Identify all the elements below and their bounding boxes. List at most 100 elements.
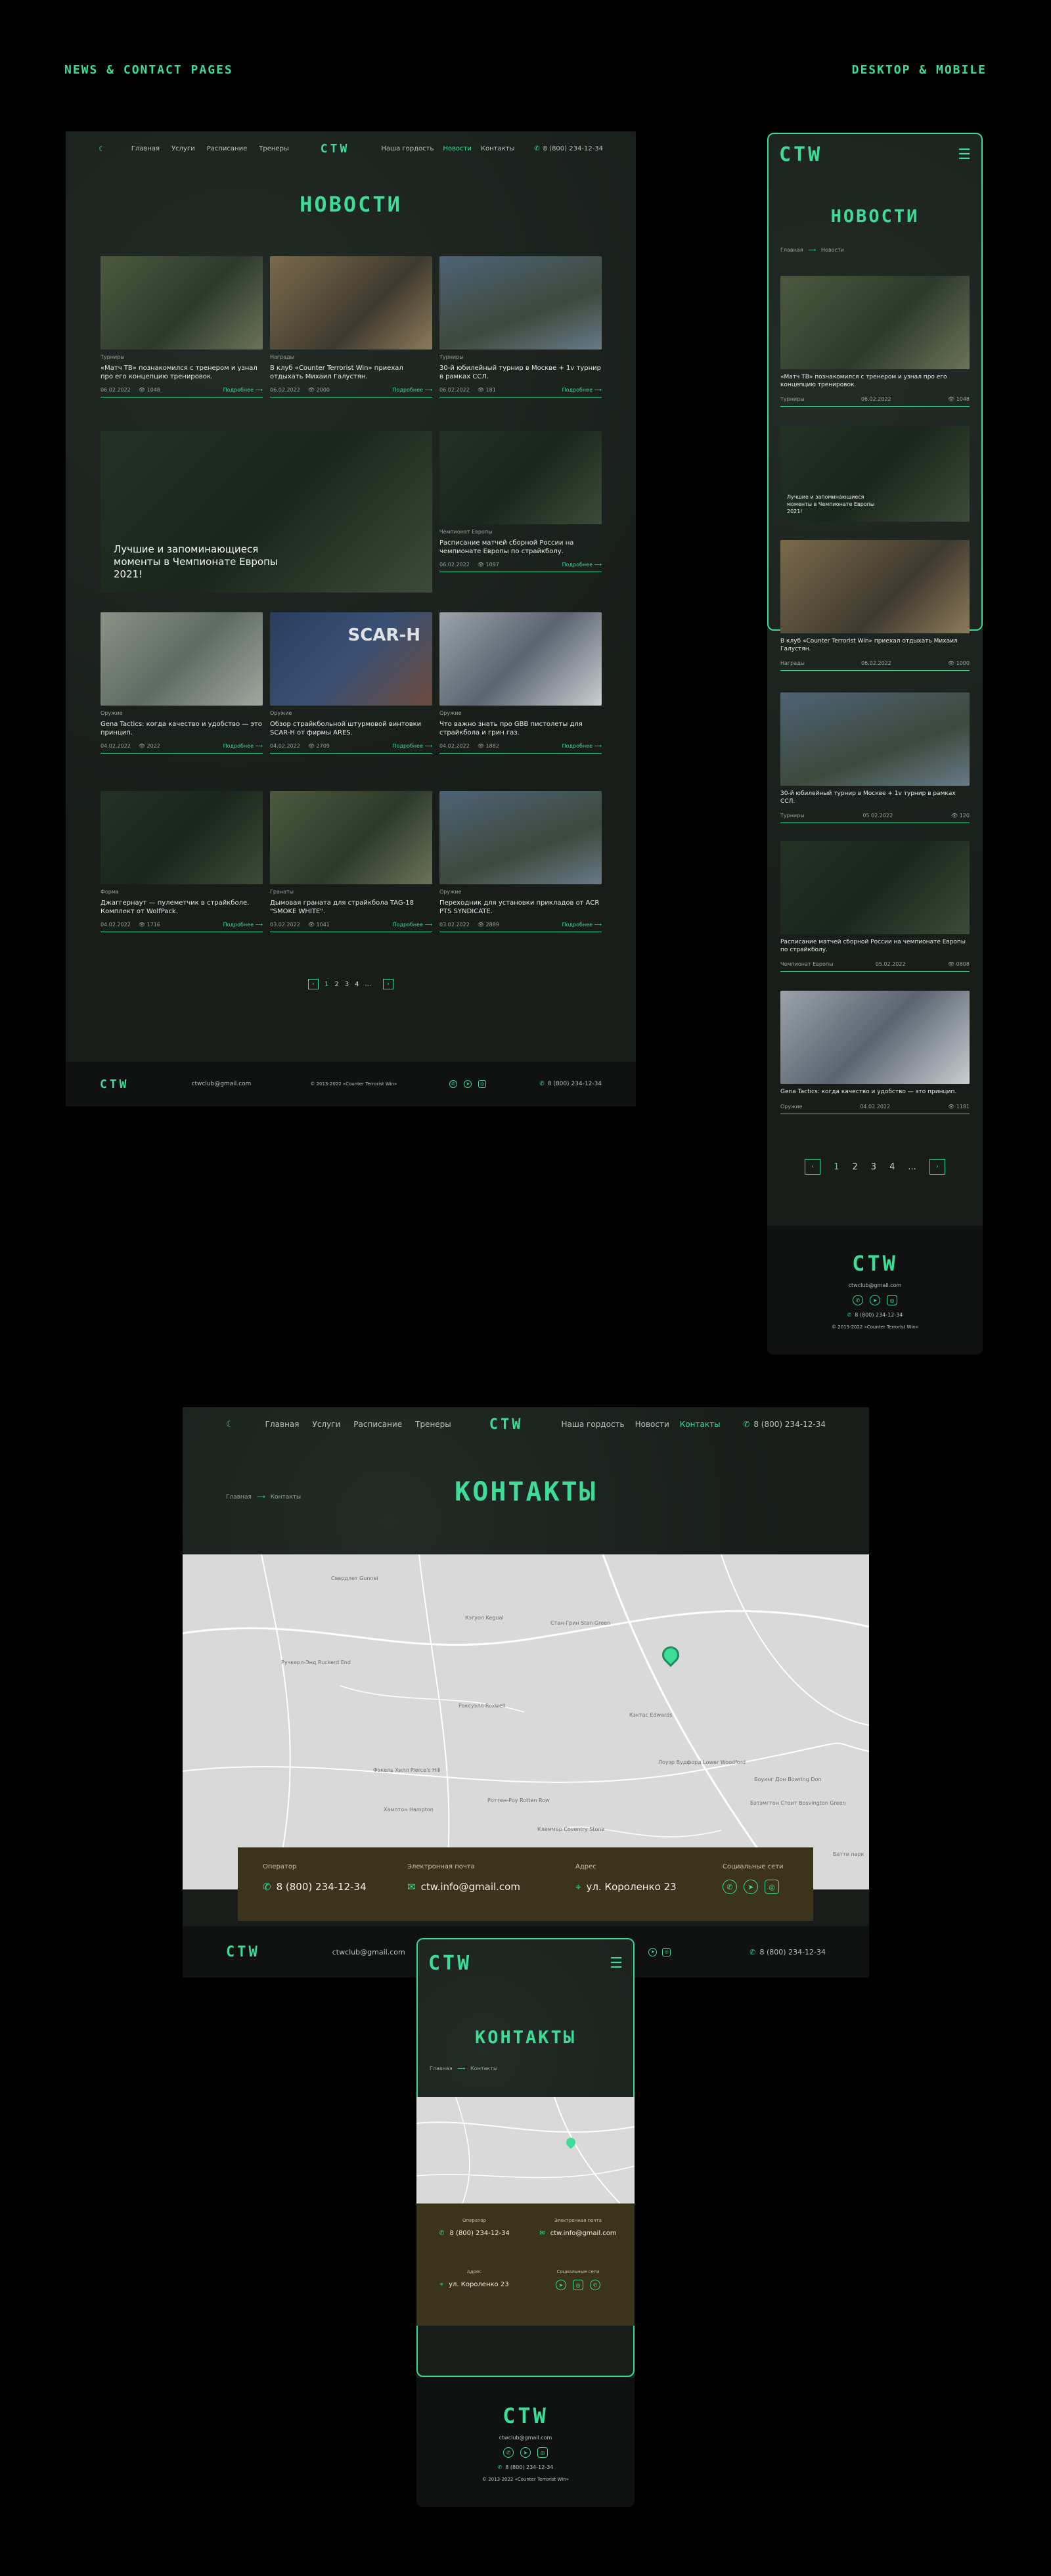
news-card[interactable]: Оружие Gena Tactics: когда качество и уд… [101, 612, 263, 754]
nav-link-schedule[interactable]: Расписание [207, 145, 248, 152]
nav-link-home[interactable]: Главная [131, 145, 160, 152]
next-page-button[interactable]: › [383, 979, 394, 989]
contact-value[interactable]: ✉ ctw.info@gmail.com [532, 2230, 624, 2237]
news-card[interactable]: Турниры «Матч ТВ» познакомился с тренеро… [101, 256, 263, 397]
nav-link-trainers[interactable]: Тренеры [415, 1420, 451, 1429]
hamburger-menu-icon[interactable]: ☰ [958, 147, 971, 163]
footer-email[interactable]: ctwclub@gmail.com [849, 1282, 902, 1288]
contact-value[interactable]: ⌖ ул. Короленко 23 [575, 1881, 677, 1893]
header-phone[interactable]: ✆ 8 (800) 234-12-34 [534, 145, 603, 152]
whatsapp-icon[interactable]: ✆ [449, 1080, 458, 1088]
read-more-link[interactable]: Подробнее ⟶ [393, 743, 432, 749]
nav-link-contacts[interactable]: Контакты [680, 1420, 721, 1429]
nav-link-contacts[interactable]: Контакты [481, 145, 514, 152]
footer-phone[interactable]: ✆ 8 (800) 234-12-34 [847, 1312, 903, 1318]
read-more-link[interactable]: Подробнее ⟶ [223, 743, 263, 749]
news-card[interactable]: Gena Tactics: когда качество и удобство … [780, 991, 970, 1114]
moon-icon[interactable]: ☾ [99, 145, 105, 153]
nav-link-pride[interactable]: Наша гордость [381, 145, 434, 152]
page-link[interactable]: 4 [355, 981, 359, 988]
footer-email[interactable]: ctwclub@gmail.com [499, 2435, 552, 2441]
instagram-icon[interactable]: ◎ [478, 1080, 487, 1088]
footer-logo[interactable]: CTW [852, 1251, 898, 1276]
site-logo[interactable]: CTW [428, 1952, 472, 1975]
header-phone[interactable]: ✆ 8 (800) 234-12-34 [743, 1420, 826, 1429]
read-more-link[interactable]: Подробнее ⟶ [562, 743, 602, 749]
news-card[interactable]: Оружие Что важно знать про GBB пистолеты… [439, 612, 602, 754]
instagram-icon[interactable]: ◎ [765, 1880, 779, 1894]
whatsapp-icon[interactable]: ✆ [853, 1295, 863, 1305]
site-logo[interactable]: CTW [321, 142, 350, 156]
whatsapp-icon[interactable]: ✆ [590, 2280, 600, 2290]
nav-link-pride[interactable]: Наша гордость [562, 1420, 625, 1429]
prev-page-button[interactable]: ‹ [307, 979, 319, 989]
instagram-icon[interactable]: ◎ [887, 1295, 897, 1305]
footer-phone[interactable]: ✆ 8 (800) 234-12-34 [498, 2464, 554, 2470]
footer-phone[interactable]: ✆ 8 (800) 234-12-34 [539, 1081, 602, 1087]
page-link[interactable]: 2 [334, 981, 338, 988]
telegram-icon[interactable]: ➤ [870, 1295, 880, 1305]
read-more-link[interactable]: Подробнее ⟶ [393, 922, 432, 928]
hamburger-menu-icon[interactable]: ☰ [610, 1955, 623, 1972]
news-card[interactable]: В клуб «Counter Terrorist Win» приехал о… [780, 540, 970, 671]
nav-link-services[interactable]: Услуги [171, 145, 195, 152]
featured-news-card[interactable]: Лучшие и запоминающиеся моменты в Чемпио… [101, 431, 432, 593]
read-more-link[interactable]: Подробнее ⟶ [393, 387, 432, 393]
footer-logo[interactable]: CTW [100, 1077, 129, 1091]
news-card[interactable]: «Матч ТВ» познакомился с тренером и узна… [780, 276, 970, 407]
news-card[interactable]: 30-й юбилейный турнир в Москве + 1v турн… [780, 692, 970, 823]
contact-value[interactable]: ✆ 8 (800) 234-12-34 [428, 2230, 520, 2237]
nav-link-news[interactable]: Новости [635, 1420, 669, 1429]
site-logo[interactable]: CTW [489, 1416, 524, 1433]
news-card[interactable]: Награды В клуб «Counter Terrorist Win» п… [270, 256, 432, 397]
nav-link-trainers[interactable]: Тренеры [259, 145, 289, 152]
nav-link-home[interactable]: Главная [265, 1420, 300, 1429]
next-page-button[interactable]: › [929, 1159, 945, 1175]
instagram-icon[interactable]: ◎ [537, 2447, 548, 2458]
page-link[interactable]: 4 [889, 1162, 895, 1172]
instagram-icon[interactable]: ◎ [573, 2280, 583, 2290]
news-card[interactable]: Форма Джаггернаут — пулеметчик в страйкб… [101, 791, 263, 932]
nav-link-news[interactable]: Новости [443, 145, 471, 152]
telegram-icon[interactable]: ➤ [744, 1880, 758, 1894]
map[interactable]: Свердлет Gunnel Кэгуол Kegual Роксуэлл R… [183, 1554, 869, 1889]
news-card[interactable]: Чемпионат Европы Расписание матчей сборн… [439, 431, 602, 572]
map[interactable] [416, 2097, 635, 2203]
nav-link-schedule[interactable]: Расписание [353, 1420, 402, 1429]
page-link[interactable]: 1 [324, 981, 328, 988]
footer-email[interactable]: ctwclub@gmail.com [332, 1948, 405, 1956]
read-more-link[interactable]: Подробнее ⟶ [562, 562, 602, 568]
news-card[interactable]: Оружие Переходник для установки прикладо… [439, 791, 602, 932]
footer-logo[interactable]: CTW [226, 1944, 260, 1960]
telegram-icon[interactable]: ➤ [520, 2447, 531, 2458]
footer-phone[interactable]: ✆ 8 (800) 234-12-34 [749, 1948, 826, 1956]
featured-news-card[interactable]: Лучшие и запоминающиеся моменты в Чемпио… [780, 426, 970, 522]
news-card[interactable]: Гранаты Дымовая граната для страйкбола T… [270, 791, 432, 932]
page-link[interactable]: 2 [853, 1162, 858, 1172]
news-card[interactable]: Турниры 30-й юбилейный турнир в Москве +… [439, 256, 602, 397]
telegram-icon[interactable]: ➤ [464, 1080, 472, 1088]
footer-email[interactable]: ctwclub@gmail.com [192, 1081, 252, 1087]
footer-logo[interactable]: CTW [503, 2403, 548, 2428]
read-more-link[interactable]: Подробнее ⟶ [223, 922, 263, 928]
breadcrumb-item[interactable]: Главная [430, 2066, 453, 2071]
whatsapp-icon[interactable]: ✆ [503, 2447, 514, 2458]
telegram-icon[interactable]: ➤ [648, 1947, 658, 1956]
contact-value[interactable]: ✉ ctw.info@gmail.com [407, 1881, 520, 1893]
news-card[interactable]: Расписание матчей сборной России на чемп… [780, 841, 970, 972]
telegram-icon[interactable]: ➤ [556, 2280, 566, 2290]
page-link[interactable]: 3 [345, 981, 349, 988]
prev-page-button[interactable]: ‹ [805, 1159, 821, 1175]
read-more-link[interactable]: Подробнее ⟶ [223, 387, 263, 393]
nav-link-services[interactable]: Услуги [313, 1420, 341, 1429]
read-more-link[interactable]: Подробнее ⟶ [562, 387, 602, 393]
contact-value[interactable]: ⌖ ул. Короленко 23 [428, 2281, 520, 2288]
site-logo[interactable]: CTW [779, 143, 822, 166]
contact-value[interactable]: ✆ 8 (800) 234-12-34 [263, 1881, 367, 1893]
page-link[interactable]: 3 [871, 1162, 876, 1172]
page-link[interactable]: 1 [834, 1162, 839, 1172]
moon-icon[interactable]: ☾ [226, 1420, 234, 1430]
instagram-icon[interactable]: ◎ [662, 1947, 671, 1956]
whatsapp-icon[interactable]: ✆ [723, 1880, 737, 1894]
breadcrumb-item[interactable]: Главная [780, 247, 803, 253]
